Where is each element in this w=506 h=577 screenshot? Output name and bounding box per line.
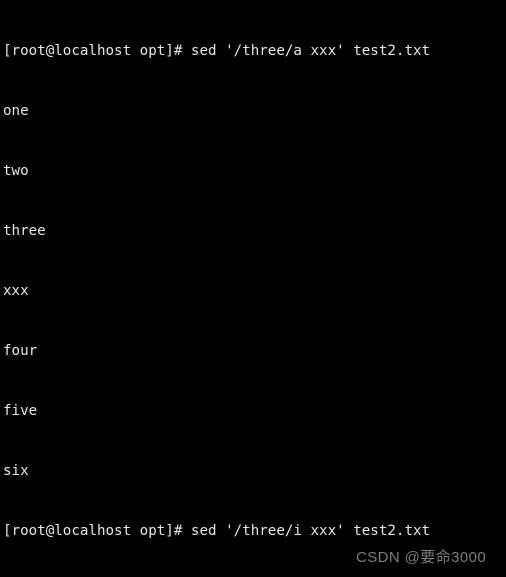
- terminal-line: three: [3, 223, 46, 239]
- terminal-window[interactable]: [root@localhost opt]# sed '/three/a xxx'…: [0, 0, 506, 577]
- terminal-line: xxx: [3, 283, 29, 299]
- terminal-line: four: [3, 343, 38, 359]
- terminal-line: [root@localhost opt]# sed '/three/a xxx'…: [3, 43, 431, 59]
- terminal-line: five: [3, 403, 38, 419]
- terminal-line: six: [3, 463, 29, 479]
- terminal-output: [root@localhost opt]# sed '/three/a xxx'…: [3, 1, 506, 577]
- terminal-line: two: [3, 163, 29, 179]
- watermark: CSDN @要命3000: [356, 549, 487, 566]
- terminal-line: [root@localhost opt]# sed '/three/i xxx'…: [3, 523, 431, 539]
- terminal-line: one: [3, 103, 29, 119]
